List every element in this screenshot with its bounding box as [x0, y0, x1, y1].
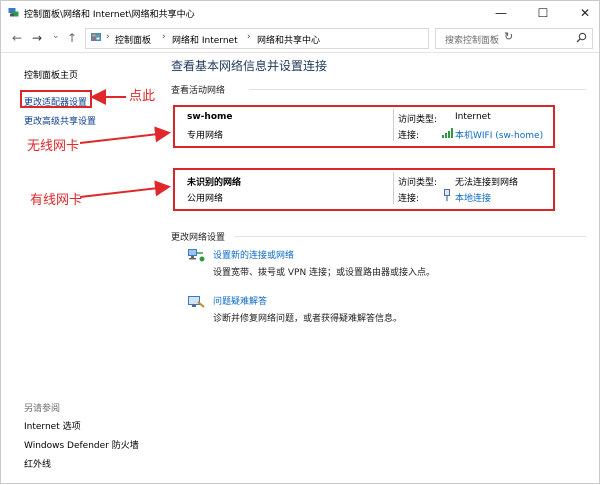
- section-divider: [249, 89, 586, 90]
- access-type-label: 访问类型:: [398, 178, 438, 188]
- wireless-card-annotation: 无线网卡: [27, 139, 80, 154]
- new-connection-icon: [188, 249, 205, 262]
- click-here-annotation: 点此: [129, 89, 156, 104]
- access-type-label: 访问类型:: [398, 115, 438, 125]
- network-category: 专用网络: [187, 131, 224, 141]
- access-type-value: Internet: [455, 112, 491, 122]
- connection-label: 连接:: [398, 194, 420, 204]
- change-settings-heading: 更改网络设置: [171, 233, 226, 243]
- setup-new-connection-link[interactable]: 设置新的连接或网络: [213, 248, 294, 261]
- window: 控制面板\网络和 Internet\网络和共享中心 — ☐ ✕ ← → ⌄ ↑ …: [0, 0, 600, 484]
- page-title: 查看基本网络信息并设置连接: [171, 59, 328, 73]
- active-networks-heading: 查看活动网络: [171, 86, 226, 96]
- network-category: 公用网络: [187, 194, 224, 204]
- network-divider: [393, 109, 394, 141]
- wireless-annotation-arrow: [79, 126, 171, 144]
- wired-annotation-arrow: [79, 180, 171, 198]
- network-name: 未识别的网络: [187, 178, 242, 188]
- ethernet-icon: [444, 189, 450, 201]
- wired-card-annotation: 有线网卡: [30, 193, 83, 208]
- wifi-signal-icon: [442, 128, 453, 138]
- network-name: sw-home: [187, 112, 233, 122]
- wifi-connection-link[interactable]: 本机WIFI (sw-home): [455, 128, 543, 141]
- access-type-value: 无法连接到网络: [455, 178, 519, 188]
- troubleshoot-link[interactable]: 问题疑难解答: [213, 294, 267, 307]
- setup-new-connection-description: 设置宽带、拨号或 VPN 连接；或设置路由器或接入点。: [213, 268, 436, 278]
- local-connection-link[interactable]: 本地连接: [455, 191, 491, 204]
- network-divider: [393, 172, 394, 204]
- troubleshoot-icon: [188, 296, 205, 308]
- troubleshoot-description: 诊断并修复网络问题，或者获得疑难解答信息。: [213, 314, 403, 324]
- connection-label: 连接:: [398, 131, 420, 141]
- section-divider: [235, 236, 586, 237]
